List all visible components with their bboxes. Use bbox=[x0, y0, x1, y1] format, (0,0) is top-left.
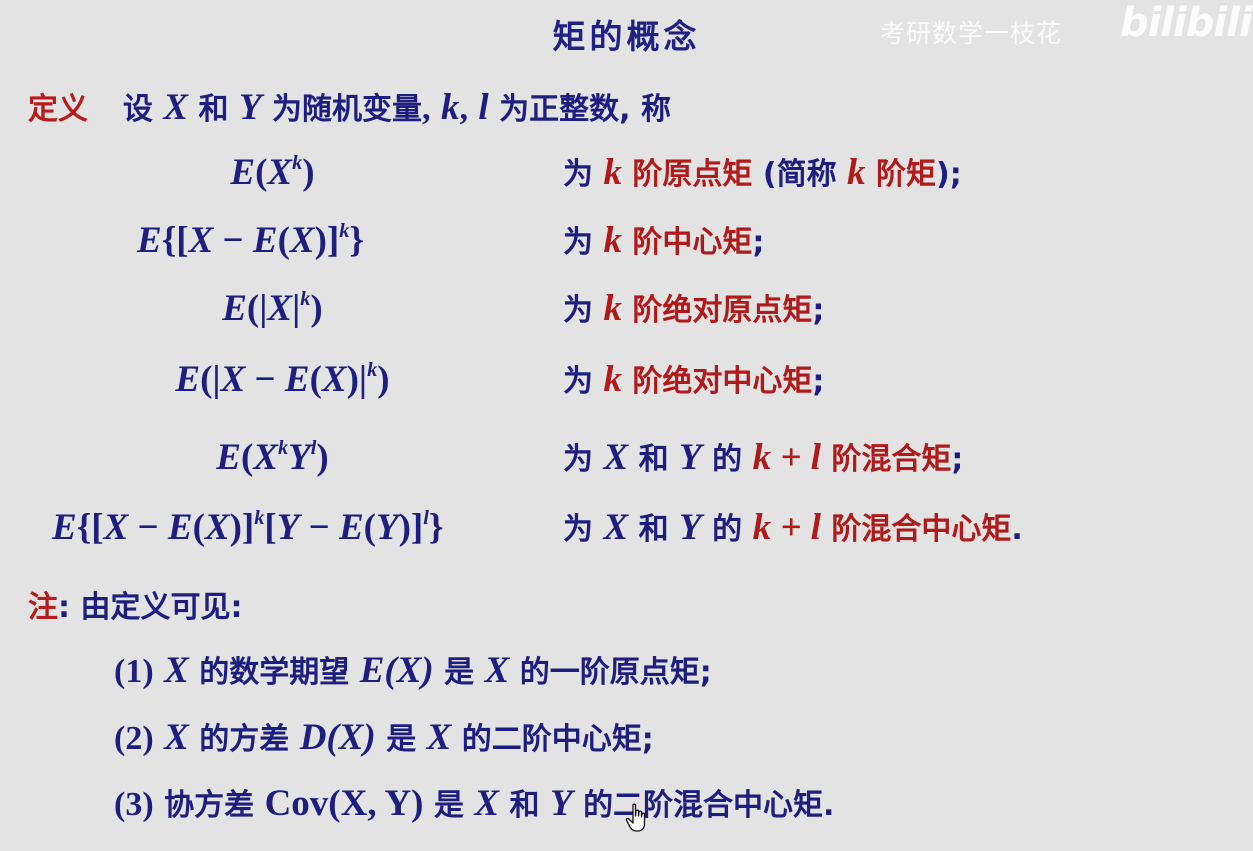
desc-text: (简称 bbox=[762, 157, 837, 192]
var-x: X bbox=[474, 783, 500, 824]
note-text: 的方差 bbox=[199, 722, 290, 757]
desc-term: 阶中心矩 bbox=[632, 225, 753, 260]
moment-row-3: E(|X|k) 为 k 阶绝对原点矩; bbox=[0, 284, 1253, 334]
slide: 矩的概念 考研数学一枝花 bilibili 定义 设 X 和 Y 为随机变量, … bbox=[0, 0, 1253, 851]
var-x: X bbox=[603, 437, 629, 478]
definition-text-3: 为随机变量 bbox=[272, 92, 423, 127]
note-heading: 注: 由定义可见: bbox=[28, 582, 242, 626]
desc-punct: ; bbox=[951, 442, 964, 477]
moment-row-2: E{[X − E(X)]k} 为 k 阶中心矩; bbox=[0, 216, 1253, 266]
expr-covariance: Cov(X, Y) bbox=[264, 783, 424, 824]
desc-punct: ); bbox=[935, 157, 962, 192]
desc-punct: ; bbox=[812, 293, 825, 328]
var-k: k bbox=[603, 288, 622, 329]
formula-mixed-moment: E(XkYl) bbox=[216, 436, 329, 478]
desc-mixed-moment: 为 X 和 Y 的 k + l 阶混合矩; bbox=[563, 433, 963, 485]
var-k: k bbox=[847, 152, 866, 193]
definition-text-4: 为正整数 bbox=[499, 92, 620, 127]
desc-mixed-central-moment: 为 X 和 Y 的 k + l 阶混合中心矩. bbox=[563, 503, 1023, 555]
note-text: 的二阶中心矩; bbox=[461, 722, 654, 757]
var-y: Y bbox=[238, 87, 262, 128]
note-text: 的二阶混合中心矩. bbox=[583, 788, 835, 823]
note-item-1: (1) X 的数学期望 E(X) 是 X 的一阶原点矩; bbox=[114, 646, 712, 698]
var-x: X bbox=[484, 650, 510, 691]
formula-absolute-raw-moment: E(|X|k) bbox=[222, 287, 323, 329]
channel-watermark: 考研数学一枝花 bbox=[880, 19, 1063, 48]
formula-raw-moment: E(Xk) bbox=[230, 151, 315, 193]
var-k: k bbox=[603, 220, 622, 261]
var-k: k bbox=[603, 359, 622, 400]
desc-text: 和 bbox=[638, 442, 669, 477]
note-text: 和 bbox=[509, 788, 540, 823]
formula-absolute-central-moment: E(|X − E(X)|k) bbox=[175, 358, 390, 400]
var-x: X bbox=[163, 87, 189, 128]
desc-punct: . bbox=[1011, 512, 1023, 547]
var-x: X bbox=[164, 650, 189, 691]
expr-expectation: E(X) bbox=[359, 650, 434, 691]
desc-text: 为 bbox=[563, 225, 593, 260]
slide-title: 矩的概念 bbox=[552, 17, 701, 56]
var-x: X bbox=[603, 507, 629, 548]
desc-text: 为 bbox=[563, 293, 593, 328]
note-text: 的一阶原点矩; bbox=[519, 655, 712, 690]
note-text: 的数学期望 bbox=[199, 655, 350, 690]
note-text: 协方差 bbox=[164, 788, 255, 823]
note-item-2: (2) X 的方差 D(X) 是 X 的二阶中心矩; bbox=[114, 713, 654, 765]
formula-mixed-central-moment: E{[X − E(X)]k[Y − E(Y)]l} bbox=[52, 506, 444, 548]
comma: , bbox=[422, 90, 431, 127]
desc-text: 为 bbox=[563, 157, 593, 192]
note-text: 是 bbox=[386, 722, 417, 757]
desc-term: 阶绝对原点矩 bbox=[632, 293, 813, 328]
bilibili-logo: bilibili bbox=[1120, 0, 1253, 46]
moment-row-6: E{[X − E(X)]k[Y − E(Y)]l} 为 X 和 Y 的 k + … bbox=[0, 503, 1253, 553]
expr-variance: D(X) bbox=[299, 717, 376, 758]
var-y: Y bbox=[550, 783, 573, 824]
desc-term: 阶混合中心矩 bbox=[831, 512, 1012, 547]
note-intro: : 由定义可见: bbox=[58, 590, 243, 625]
desc-text: 的 bbox=[712, 512, 743, 547]
desc-term: 阶绝对中心矩 bbox=[632, 364, 813, 399]
var-k: k bbox=[603, 152, 622, 193]
desc-text: 为 bbox=[563, 364, 593, 399]
var-y: Y bbox=[679, 507, 702, 548]
var-k-plus-l: k + l bbox=[752, 507, 821, 548]
definition-text-5: , 称 bbox=[619, 92, 671, 127]
desc-absolute-central-moment: 为 k 阶绝对中心矩; bbox=[563, 355, 824, 407]
definition-line: 定义 设 X 和 Y 为随机变量, k, l 为正整数, 称 bbox=[28, 84, 671, 129]
desc-term: 阶原点矩 bbox=[632, 157, 753, 192]
desc-term: 阶混合矩 bbox=[831, 442, 952, 477]
definition-text-2: 和 bbox=[198, 92, 229, 127]
note-text: 是 bbox=[444, 655, 475, 690]
desc-text: 为 bbox=[563, 512, 593, 547]
note-item-3: (3) 协方差 Cov(X, Y) 是 X 和 Y 的二阶混合中心矩. bbox=[114, 779, 834, 831]
var-k-plus-l: k + l bbox=[752, 437, 821, 478]
moment-row-4: E(|X − E(X)|k) 为 k 阶绝对中心矩; bbox=[0, 355, 1253, 405]
formula-central-moment: E{[X − E(X)]k} bbox=[137, 219, 364, 261]
desc-text: 的 bbox=[712, 442, 743, 477]
desc-text: 为 bbox=[563, 442, 593, 477]
moment-row-1: E(Xk) 为 k 阶原点矩 (简称 k 阶矩); bbox=[0, 148, 1253, 198]
note-number: (1) bbox=[114, 653, 154, 690]
desc-absolute-raw-moment: 为 k 阶绝对原点矩; bbox=[563, 284, 824, 336]
desc-punct: ; bbox=[752, 225, 765, 260]
var-x: X bbox=[164, 717, 189, 758]
hand-cursor-icon bbox=[625, 803, 646, 832]
note-text: 是 bbox=[433, 788, 464, 823]
desc-central-moment: 为 k 阶中心矩; bbox=[563, 216, 764, 268]
var-l: l bbox=[478, 87, 489, 128]
desc-text: 和 bbox=[638, 512, 669, 547]
note-number: (2) bbox=[114, 720, 154, 757]
desc-term: 阶矩 bbox=[875, 157, 936, 192]
definition-text-1: 设 bbox=[122, 92, 153, 127]
comma: , bbox=[459, 90, 468, 127]
note-label: 注 bbox=[28, 590, 58, 625]
var-y: Y bbox=[679, 437, 702, 478]
desc-punct: ; bbox=[812, 364, 825, 399]
desc-raw-moment: 为 k 阶原点矩 (简称 k 阶矩); bbox=[563, 148, 962, 200]
var-k: k bbox=[440, 87, 460, 128]
var-x: X bbox=[426, 717, 452, 758]
moment-row-5: E(XkYl) 为 X 和 Y 的 k + l 阶混合矩; bbox=[0, 433, 1253, 483]
note-number: (3) bbox=[114, 786, 154, 823]
definition-label: 定义 bbox=[28, 92, 88, 127]
